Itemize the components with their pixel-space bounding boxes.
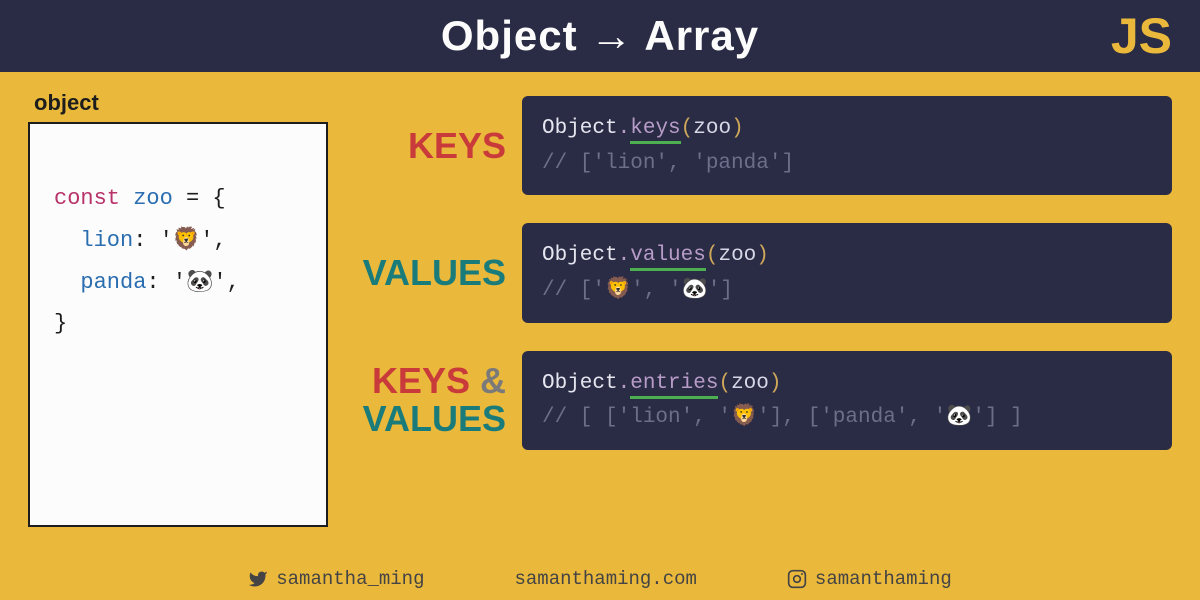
row-entries: KEYS & VALUES Object.entries(zoo) // [ [… (336, 351, 1172, 450)
footer-instagram: samanthaming (787, 568, 952, 590)
twitter-icon (248, 569, 268, 589)
method-keys: keys (630, 117, 680, 144)
var-name: zoo (133, 186, 173, 211)
label-values: VALUES (336, 254, 506, 292)
keyword-const: const (54, 186, 120, 211)
footer-twitter: samantha_ming (248, 568, 424, 590)
key-lion: lion (54, 228, 133, 253)
page-title: Object → Array (441, 12, 759, 60)
row-keys: KEYS Object.keys(zoo) // ['lion', 'panda… (336, 96, 1172, 195)
snippet-values: Object.values(zoo) // ['🦁', '🐼'] (522, 223, 1172, 322)
right-column: KEYS Object.keys(zoo) // ['lion', 'panda… (336, 90, 1172, 527)
comment-values: // ['🦁', '🐼'] (542, 279, 733, 302)
snippet-entries: Object.entries(zoo) // [ ['lion', '🦁'], … (522, 351, 1172, 450)
comment-entries: // [ ['lion', '🦁'], ['panda', '🐼'] ] (542, 406, 1023, 429)
content-area: object const zoo = { lion: '🦁', panda: '… (0, 72, 1200, 527)
row-values: VALUES Object.values(zoo) // ['🦁', '🐼'] (336, 223, 1172, 322)
method-entries: entries (630, 372, 718, 399)
comment-keys: // ['lion', 'panda'] (542, 152, 794, 175)
method-values: values (630, 244, 706, 271)
left-column: object const zoo = { lion: '🦁', panda: '… (28, 90, 336, 527)
instagram-icon (787, 569, 807, 589)
object-code-box: const zoo = { lion: '🦁', panda: '🐼', } (28, 122, 328, 527)
object-code: const zoo = { lion: '🦁', panda: '🐼', } (54, 178, 308, 345)
snippet-keys: Object.keys(zoo) // ['lion', 'panda'] (522, 96, 1172, 195)
footer: samantha_ming samanthaming.com samantham… (0, 568, 1200, 590)
key-panda: panda (54, 270, 146, 295)
label-entries: KEYS & VALUES (336, 362, 506, 438)
language-badge: JS (1111, 7, 1172, 65)
header-bar: Object → Array JS (0, 0, 1200, 72)
label-keys: KEYS (336, 127, 506, 165)
object-label: object (34, 90, 336, 116)
footer-site: samanthaming.com (514, 568, 696, 590)
